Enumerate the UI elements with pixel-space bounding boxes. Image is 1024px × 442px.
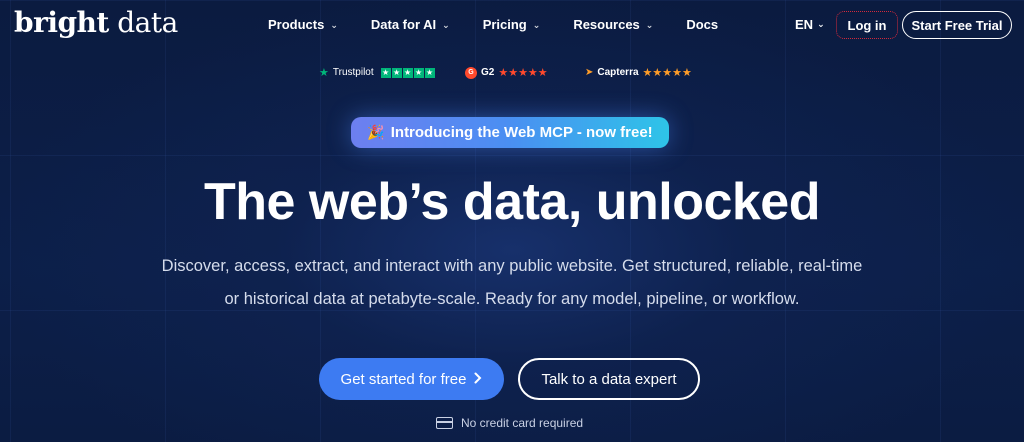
chevron-down-icon: ⌄	[817, 19, 825, 29]
get-started-button[interactable]: Get started for free	[319, 358, 504, 400]
menu-item-resources[interactable]: Resources ⌄	[573, 17, 653, 32]
announcement-banner[interactable]: 🎉 Introducing the Web MCP - now free!	[351, 117, 669, 148]
chevron-down-icon: ⌄	[645, 20, 654, 30]
logo-light-text: data	[108, 6, 178, 39]
g2-label: G2	[481, 67, 495, 78]
g2-rating[interactable]: G G2 ★★★★★	[465, 66, 548, 79]
menu-item-data-for-ai[interactable]: Data for AI ⌄	[371, 17, 450, 32]
hero-subtitle-line-1: Discover, access, extract, and interact …	[161, 257, 863, 275]
menu-item-label: Docs	[686, 17, 719, 32]
top-navigation: bright data Products ⌄ Data for AI ⌄ Pri…	[0, 0, 1024, 50]
announcement-text: Introducing the Web MCP - now free!	[390, 124, 653, 141]
no-credit-card-text: No credit card required	[461, 416, 584, 430]
trustpilot-label: Trustpilot	[332, 67, 374, 78]
main-menu: Products ⌄ Data for AI ⌄ Pricing ⌄ Resou…	[268, 17, 718, 32]
party-popper-icon: 🎉	[367, 124, 385, 140]
star-icon: ★	[402, 67, 413, 78]
menu-item-label: Pricing	[482, 17, 527, 32]
brand-logo[interactable]: bright data	[14, 6, 178, 39]
logo-bold-text: bright	[14, 6, 109, 39]
start-free-trial-button[interactable]: Start Free Trial	[902, 11, 1012, 39]
login-button[interactable]: Log in	[836, 11, 898, 39]
get-started-label: Get started for free	[340, 370, 467, 388]
capterra-logo-icon: ➤	[585, 67, 594, 78]
star-icon: ★	[391, 67, 402, 78]
no-credit-card-note: No credit card required	[436, 416, 583, 430]
g2-stars: ★★★★★	[498, 67, 548, 79]
g2-logo-icon: G	[465, 66, 477, 79]
hero-subtitle: Discover, access, extract, and interact …	[130, 250, 894, 316]
review-ratings-bar: ★ Trustpilot ★ ★ ★ ★ ★ G G2 ★★★★★ ➤ Capterra…	[0, 66, 1024, 82]
menu-item-pricing[interactable]: Pricing ⌄	[483, 17, 541, 32]
capterra-stars: ★★★★★	[642, 67, 692, 79]
menu-item-docs[interactable]: Docs	[686, 17, 718, 32]
language-selector[interactable]: EN ⌄	[795, 17, 825, 32]
capterra-rating[interactable]: ➤ Capterra ★★★★★	[585, 66, 692, 79]
trustpilot-logo-icon: ★	[319, 67, 329, 79]
capterra-label: Capterra	[597, 67, 639, 78]
menu-item-products[interactable]: Products ⌄	[268, 17, 338, 32]
hero-subtitle-line-2: or historical data at petabyte-scale. Re…	[224, 290, 800, 308]
credit-card-icon	[436, 417, 453, 429]
star-icon: ★	[380, 67, 391, 78]
menu-item-label: Products	[268, 17, 325, 32]
star-icon: ★	[413, 67, 424, 78]
menu-item-label: Data for AI	[370, 17, 437, 32]
star-icon: ★	[424, 67, 435, 78]
chevron-down-icon: ⌄	[330, 20, 338, 30]
chevron-down-icon: ⌄	[442, 20, 450, 30]
trustpilot-rating[interactable]: ★ Trustpilot ★ ★ ★ ★ ★	[319, 66, 436, 79]
talk-to-expert-button[interactable]: Talk to a data expert	[518, 358, 700, 400]
language-label: EN	[795, 17, 814, 32]
menu-item-label: Resources	[573, 17, 640, 32]
chevron-down-icon: ⌄	[532, 20, 541, 30]
chevron-right-icon	[474, 371, 482, 388]
hero-title: The web’s data, unlocked	[204, 173, 821, 231]
trustpilot-stars: ★ ★ ★ ★ ★	[380, 67, 436, 78]
